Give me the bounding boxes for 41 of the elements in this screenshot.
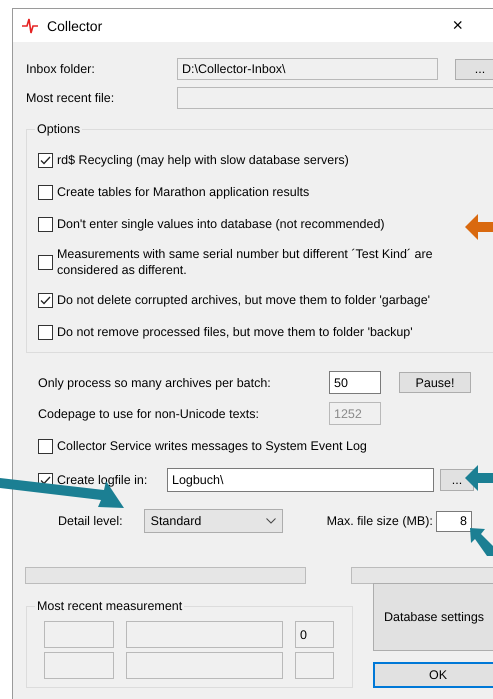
chevron-down-icon: [266, 518, 276, 524]
option-label: rd$ Recycling (may help with slow database servers): [57, 152, 350, 168]
browse-button[interactable]: ...: [455, 58, 493, 80]
measurement-field: [44, 652, 114, 679]
checkbox[interactable]: [38, 324, 53, 340]
browse-button[interactable]: ...: [440, 469, 474, 491]
checkbox[interactable]: [38, 184, 53, 200]
option-label: Measurements with same serial number but different ´Test Kind´ are considered as different.: [57, 246, 434, 278]
field-label: Most recent file:: [26, 91, 116, 105]
option-label: Do not remove processed files, but move them to folder 'backup': [57, 324, 414, 340]
close-button[interactable]: ×: [452, 15, 463, 36]
measurement-field: [44, 621, 114, 648]
option-label: Create tables for Marathon application results: [57, 184, 310, 200]
field-label: Only process so many archives per batch:: [38, 376, 272, 390]
checkbox[interactable]: [38, 216, 53, 232]
checkbox[interactable]: [38, 152, 53, 168]
field-label: Detail level:: [58, 514, 123, 528]
option-label: Do not delete corrupted archives, but move them to folder 'garbage': [57, 292, 432, 308]
checkbox[interactable]: [38, 438, 53, 454]
batch-size-field[interactable]: 50: [329, 371, 381, 394]
group-title: Options: [35, 122, 82, 136]
window-title: Collector: [47, 18, 102, 34]
pause-button[interactable]: Pause!: [399, 372, 471, 393]
field-label: Max. file size (MB):: [326, 514, 433, 528]
group-title: Most recent measurement: [35, 599, 184, 613]
measurement-field: [295, 652, 334, 679]
option-label: Don't enter single values into database (not recommended): [57, 216, 386, 232]
field-label: Codepage to use for non-Unicode texts:: [38, 406, 260, 420]
checkbox[interactable]: [38, 254, 53, 270]
option-label: Create logfile in:: [56, 473, 148, 487]
pulse-icon: [21, 16, 39, 34]
database-settings-button[interactable]: Database settings: [373, 583, 493, 651]
logfile-field[interactable]: Logbuch\: [167, 468, 434, 492]
max-file-size-field[interactable]: 8: [436, 510, 472, 532]
ok-button[interactable]: OK: [373, 662, 493, 688]
inbox-folder-field[interactable]: D:\Collector-Inbox\: [177, 58, 438, 80]
detail-level-dropdown[interactable]: Standard: [144, 509, 283, 533]
measurement-field: 0: [295, 621, 334, 648]
option-label: Collector Service writes messages to System Event Log: [57, 438, 368, 454]
checkbox[interactable]: [38, 292, 53, 308]
field-label: Inbox folder:: [26, 62, 96, 76]
